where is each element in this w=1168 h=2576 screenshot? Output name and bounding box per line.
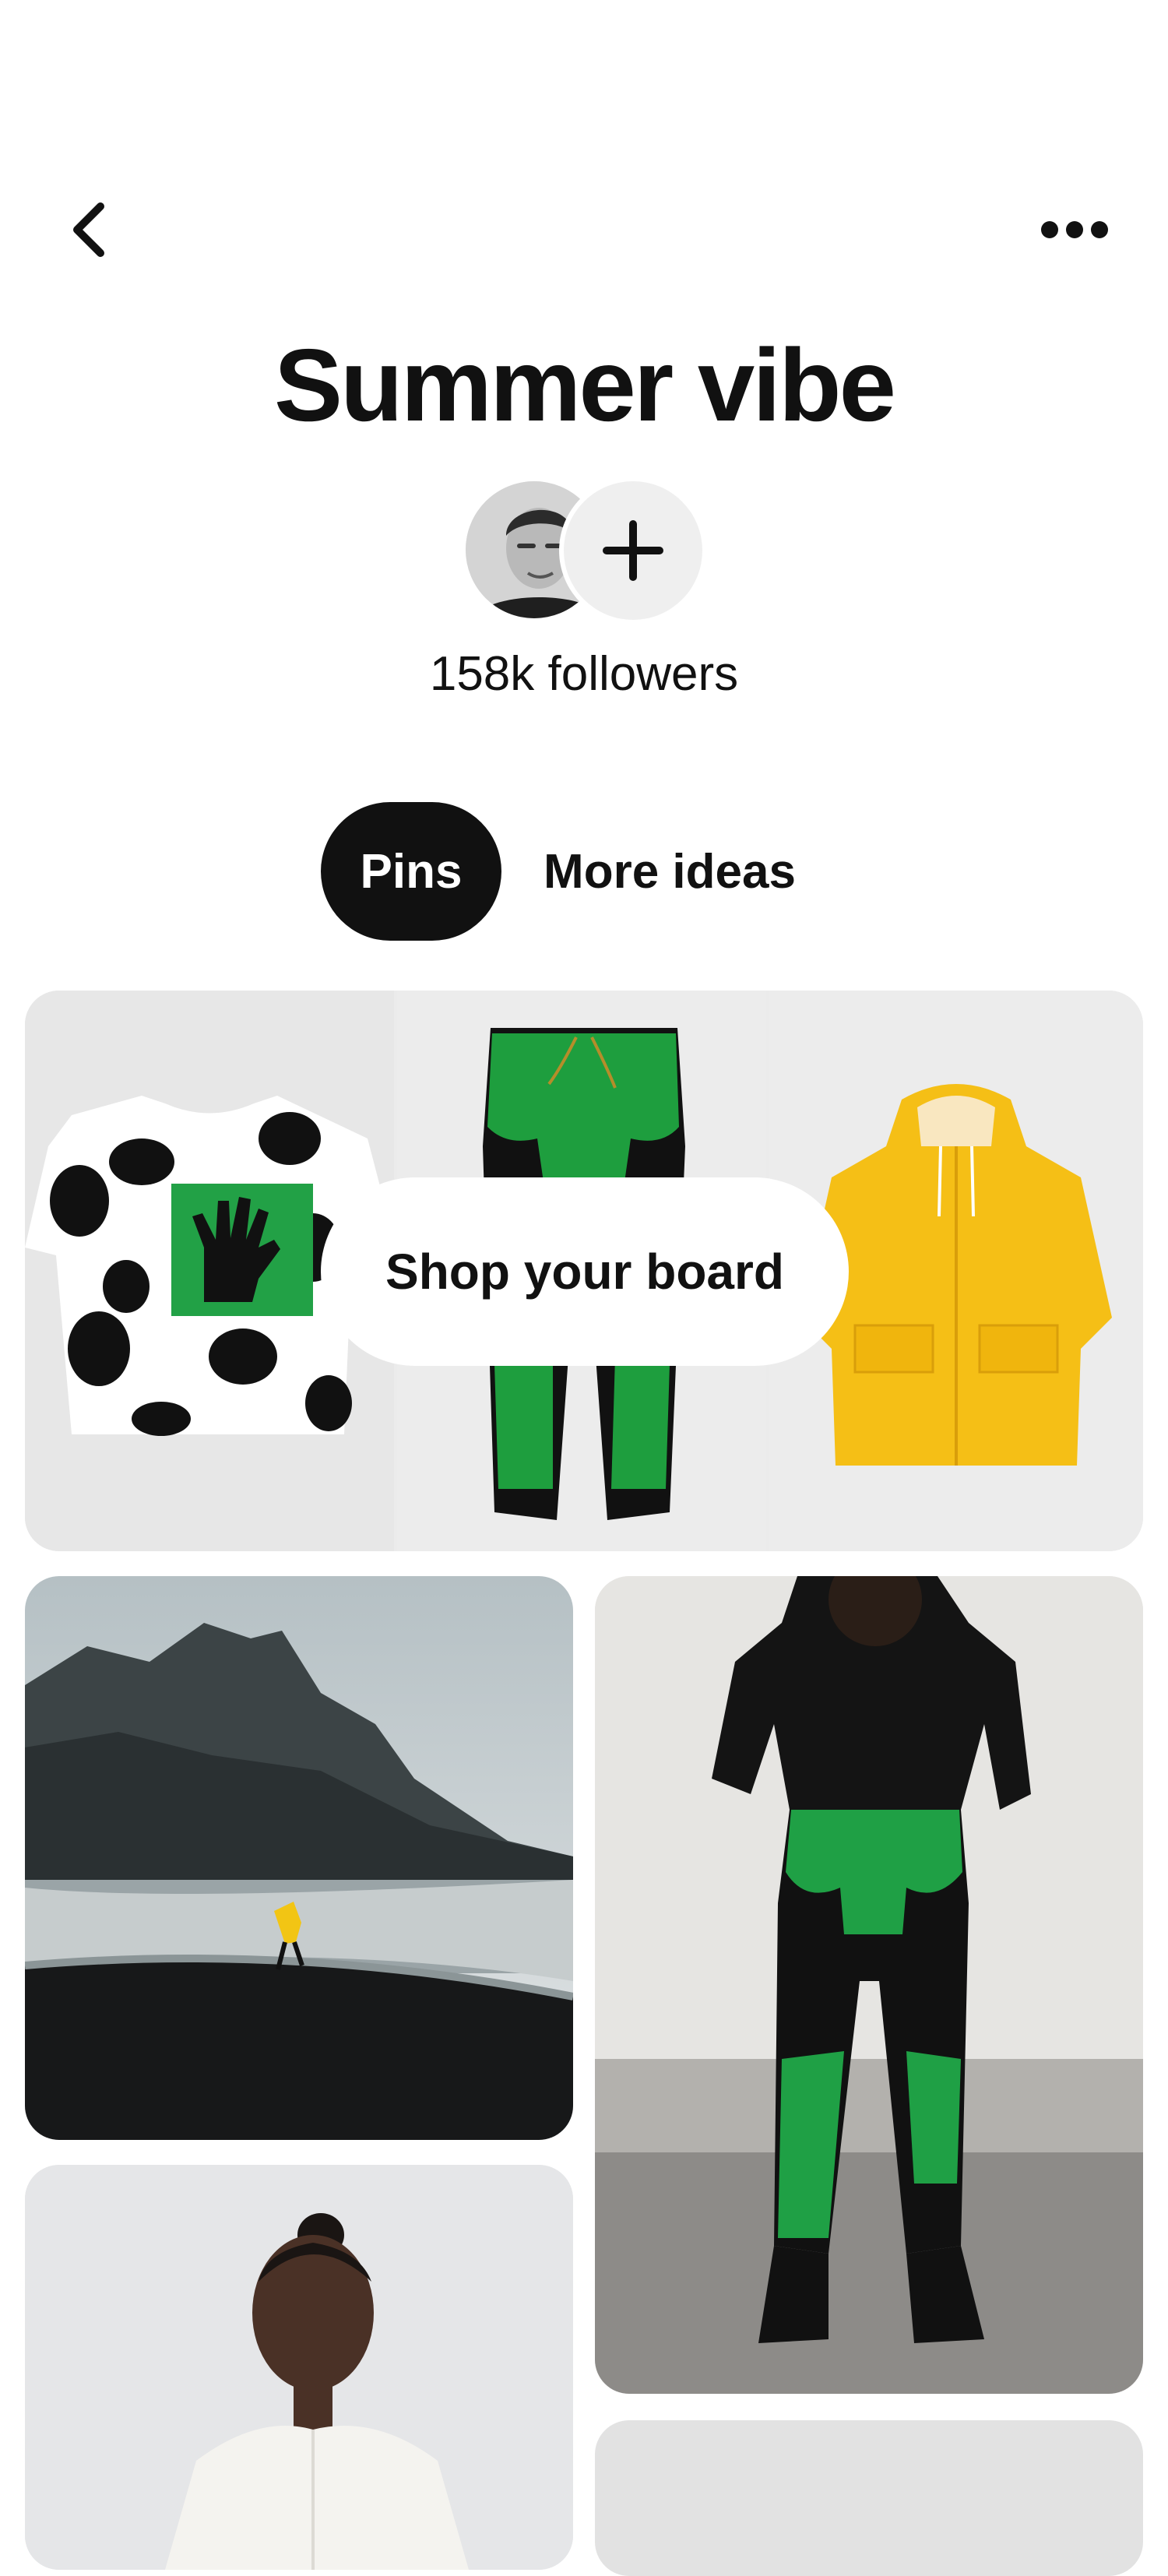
model-green-pants-image bbox=[595, 1576, 1143, 2394]
chevron-left-icon bbox=[73, 202, 104, 257]
board-title: Summer vibe bbox=[274, 328, 896, 442]
pin-green-fleece-pants[interactable] bbox=[595, 1576, 1143, 2394]
mountain-beach-image bbox=[25, 1576, 573, 2140]
ellipsis-icon bbox=[1041, 221, 1108, 238]
shop-your-board-button[interactable]: Shop your board bbox=[321, 1177, 849, 1366]
pin-mountain-beach[interactable] bbox=[25, 1576, 573, 2140]
followers-count[interactable]: 158k followers bbox=[0, 643, 1168, 706]
pin-partial[interactable] bbox=[595, 2420, 1143, 2576]
more-options-button[interactable] bbox=[1028, 187, 1121, 273]
pin-white-jacket[interactable] bbox=[25, 2165, 573, 2570]
tab-more-ideas[interactable]: More ideas bbox=[522, 802, 818, 941]
back-button[interactable] bbox=[47, 187, 132, 273]
tab-pins[interactable]: Pins bbox=[321, 802, 501, 941]
add-collaborator-button[interactable] bbox=[564, 481, 702, 620]
model-white-jacket-image bbox=[25, 2165, 573, 2570]
plus-icon bbox=[603, 520, 663, 581]
